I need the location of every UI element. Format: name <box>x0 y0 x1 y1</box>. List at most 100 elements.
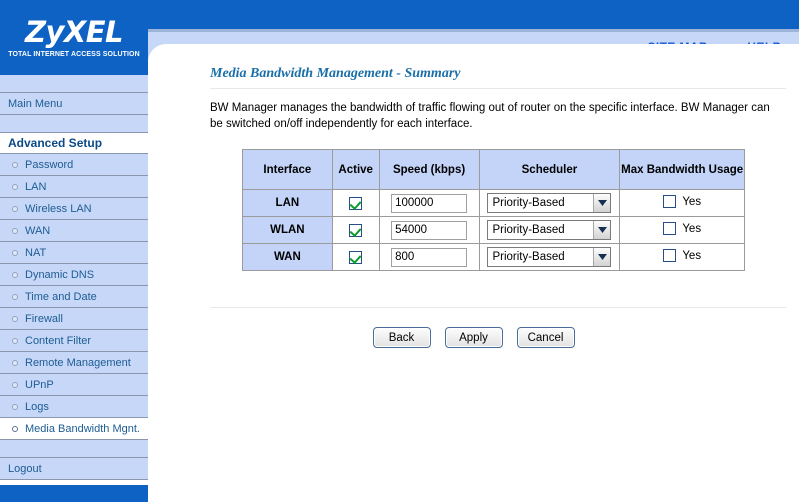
sidebar-item-label: Wireless LAN <box>25 202 92 215</box>
cell-interface-name: WLAN <box>242 216 333 244</box>
column-header-active: Active <box>331 149 380 190</box>
sidebar-item-wireless-lan[interactable]: Wireless LAN <box>0 198 148 220</box>
column-header-speed: Speed (kbps) <box>378 149 480 190</box>
sidebar-section-label: Advanced Setup <box>8 136 103 150</box>
cancel-button[interactable]: Cancel <box>516 327 575 348</box>
back-button[interactable]: Back <box>372 327 431 348</box>
sidebar-item-label: Content Filter <box>25 334 92 347</box>
max-bandwidth-label: Yes <box>682 249 702 262</box>
scheduler-select-wan[interactable]: Priority-Based <box>487 247 612 267</box>
cell-active <box>331 189 380 217</box>
column-header-max-bandwidth-usage: Max Bandwidth Usage <box>619 149 745 190</box>
sidebar-item-firewall[interactable]: Firewall <box>0 308 148 330</box>
sidebar-item-label: Firewall <box>25 312 63 325</box>
bullet-icon <box>12 271 18 278</box>
scheduler-select-lan[interactable]: Priority-Based <box>487 193 612 213</box>
cell-max-bandwidth-usage: Yes <box>619 189 745 217</box>
sidebar-section-advanced-setup: Advanced Setup <box>0 133 148 154</box>
scheduler-select-value: Priority-Based <box>492 224 565 236</box>
max-bandwidth-label: Yes <box>682 222 702 235</box>
max-bandwidth-checkbox-wan[interactable] <box>663 249 677 262</box>
sidebar-bottom-bar <box>0 485 148 502</box>
sidebar-item-remote-management[interactable]: Remote Management <box>0 352 148 374</box>
cell-scheduler: Priority-Based <box>478 243 621 271</box>
cell-interface-name: WAN <box>242 243 333 271</box>
active-checkbox-lan[interactable] <box>349 196 363 210</box>
cell-max-bandwidth-usage: Yes <box>619 216 745 244</box>
sidebar-item-label: UPnP <box>25 378 54 391</box>
sidebar-item-label: NAT <box>25 246 47 259</box>
sidebar-item-content-filter[interactable]: Content Filter <box>0 330 148 352</box>
scheduler-select-wlan[interactable]: Priority-Based <box>487 220 612 240</box>
cell-speed <box>378 243 480 271</box>
bullet-icon <box>12 359 18 366</box>
cell-max-bandwidth-usage: Yes <box>619 243 745 271</box>
title-divider <box>210 88 786 89</box>
action-buttons: Back Apply Cancel <box>148 327 799 348</box>
scheduler-select-value: Priority-Based <box>492 251 565 263</box>
sidebar-spacer-mid <box>0 115 148 133</box>
sidebar-item-label: Password <box>25 158 74 171</box>
bullet-icon <box>12 381 18 388</box>
speed-input-lan[interactable] <box>391 193 468 213</box>
sidebar-item-label: Media Bandwidth Mgnt. <box>25 422 140 435</box>
bullet-icon <box>12 161 18 168</box>
cell-speed <box>378 216 480 244</box>
sidebar-item-main-menu[interactable]: Main Menu <box>0 93 148 115</box>
column-header-scheduler: Scheduler <box>478 149 621 190</box>
cell-scheduler: Priority-Based <box>478 189 621 217</box>
sidebar-item-password[interactable]: Password <box>0 154 148 176</box>
page-description: BW Manager manages the bandwidth of traf… <box>210 102 770 130</box>
sidebar-spacer-top <box>0 75 148 93</box>
column-header-interface: Interface <box>242 149 333 190</box>
active-checkbox-wlan[interactable] <box>349 223 363 237</box>
bullet-icon <box>12 315 18 322</box>
table-header-row: Interface Active Speed (kbps) Scheduler … <box>242 149 745 190</box>
content-panel: Media Bandwidth Management - Summary BW … <box>148 44 799 502</box>
max-bandwidth-checkbox-wlan[interactable] <box>663 222 677 235</box>
bullet-icon <box>12 293 18 300</box>
table-row: WLAN Priority-Based <box>242 216 745 244</box>
apply-button[interactable]: Apply <box>444 327 503 348</box>
logo-tagline: TOTAL INTERNET ACCESS SOLUTION <box>8 50 140 58</box>
sidebar-menu: Main Menu Advanced Setup Password LAN Wi… <box>0 75 148 480</box>
sidebar-item-lan[interactable]: LAN <box>0 176 148 198</box>
sidebar-item-dynamic-dns[interactable]: Dynamic DNS <box>0 264 148 286</box>
page-title: Media Bandwidth Management - Summary <box>210 66 461 81</box>
chevron-down-icon <box>593 221 611 239</box>
bandwidth-summary-table: Interface Active Speed (kbps) Scheduler … <box>242 149 745 271</box>
bullet-icon <box>12 337 18 344</box>
chevron-down-icon <box>593 248 611 266</box>
cell-interface-name: LAN <box>242 189 333 217</box>
chevron-down-icon <box>593 194 611 212</box>
sidebar-item-media-bandwidth-mgnt[interactable]: Media Bandwidth Mgnt. <box>0 418 148 440</box>
speed-input-wlan[interactable] <box>391 220 468 240</box>
sidebar-item-label: Time and Date <box>25 290 97 303</box>
bullet-icon <box>12 227 18 234</box>
router-admin-page: ZyXEL TOTAL INTERNET ACCESS SOLUTION Mai… <box>0 0 799 502</box>
sidebar-item-time-and-date[interactable]: Time and Date <box>0 286 148 308</box>
sidebar-item-label: Main Menu <box>8 97 63 110</box>
cell-speed <box>378 189 480 217</box>
sidebar-item-logout[interactable]: Logout <box>0 458 148 480</box>
max-bandwidth-checkbox-lan[interactable] <box>663 195 677 208</box>
sidebar-item-wan[interactable]: WAN <box>0 220 148 242</box>
table-row: WAN Priority-Based <box>242 243 745 271</box>
zyxel-logo: ZyXEL TOTAL INTERNET ACCESS SOLUTION <box>0 0 148 75</box>
actions-divider <box>210 307 786 308</box>
top-blue-bar <box>148 0 799 29</box>
speed-input-wan[interactable] <box>391 247 468 267</box>
sidebar-item-logs[interactable]: Logs <box>0 396 148 418</box>
cell-scheduler: Priority-Based <box>478 216 621 244</box>
active-checkbox-wan[interactable] <box>349 250 363 264</box>
sidebar-item-nat[interactable]: NAT <box>0 242 148 264</box>
cell-active <box>331 243 380 271</box>
sidebar-item-label: LAN <box>25 180 47 193</box>
sidebar-item-label: Remote Management <box>25 356 131 369</box>
bullet-icon <box>12 205 18 212</box>
sidebar-item-label: Logout <box>8 462 42 475</box>
bullet-icon <box>12 403 18 410</box>
sidebar: ZyXEL TOTAL INTERNET ACCESS SOLUTION Mai… <box>0 0 148 502</box>
sidebar-item-upnp[interactable]: UPnP <box>0 374 148 396</box>
cell-active <box>331 216 380 244</box>
